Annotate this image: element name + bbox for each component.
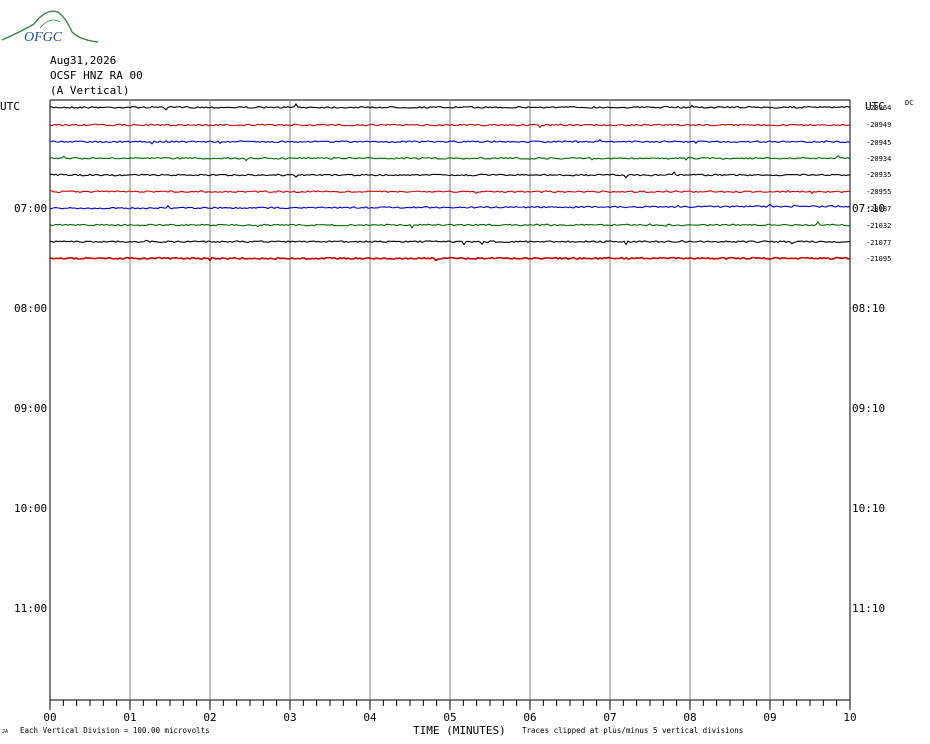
seismogram-plot xyxy=(49,99,851,710)
